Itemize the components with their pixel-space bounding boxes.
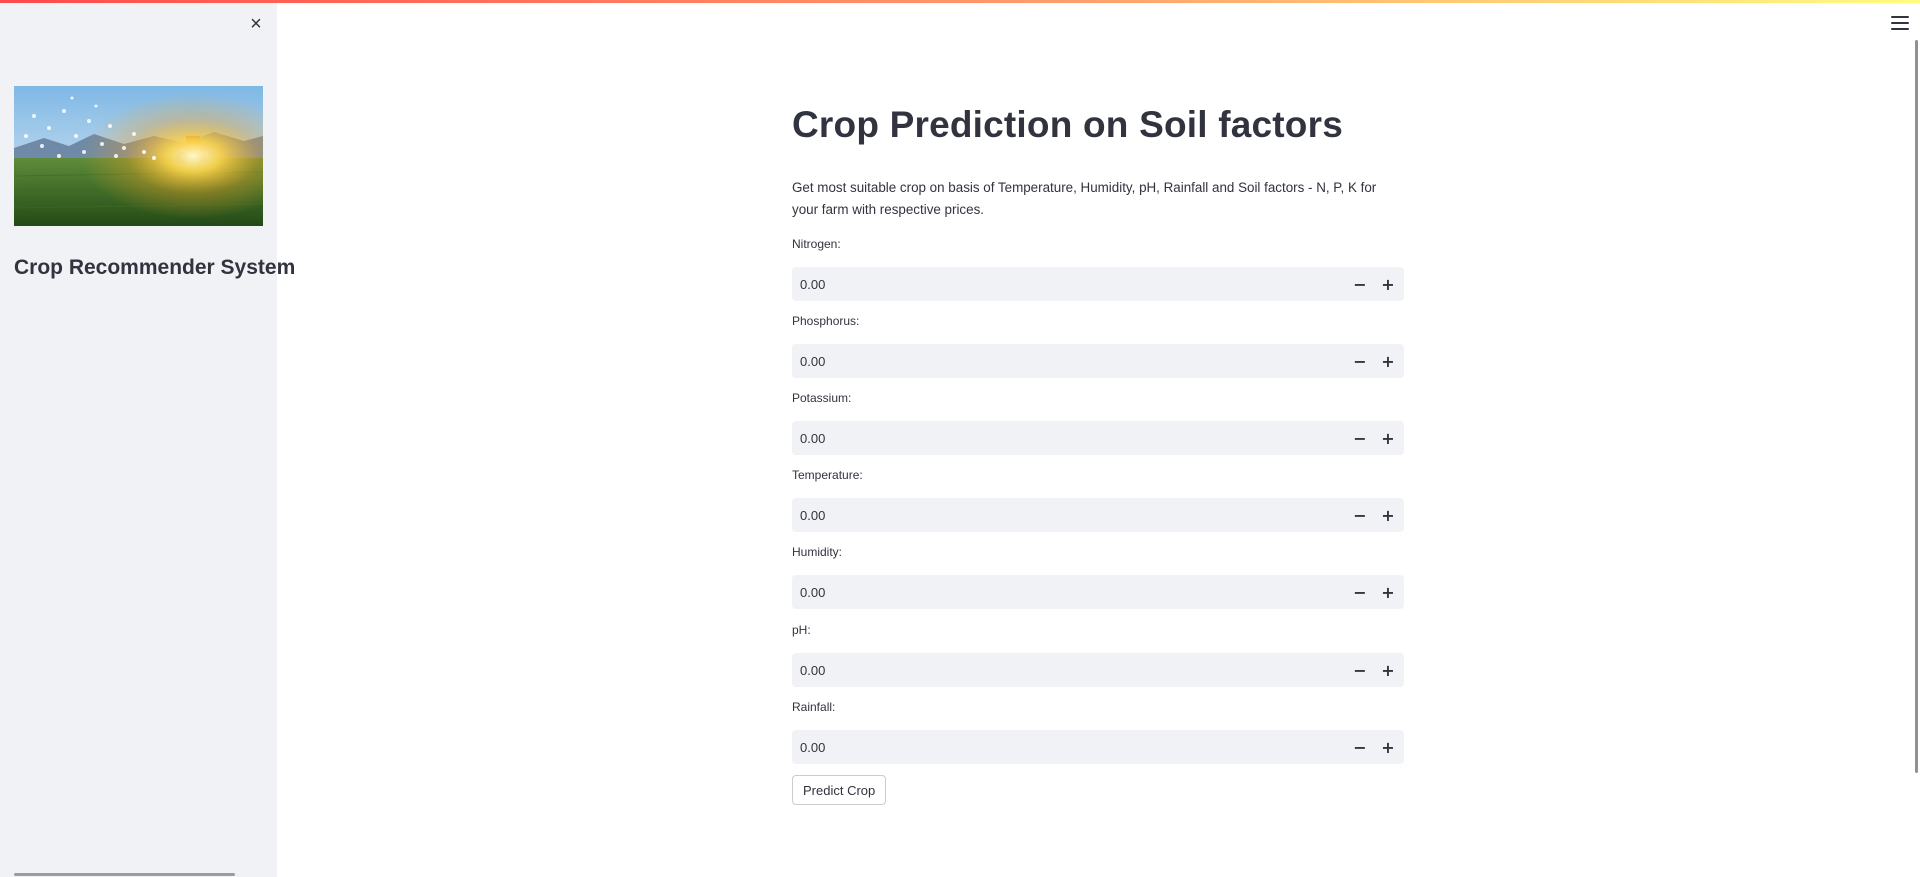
predict-crop-button[interactable]: Predict Crop: [792, 775, 887, 805]
phosphorus-field: Phosphorus: − +: [792, 311, 1404, 379]
top-decoration-bar: [0, 0, 1920, 3]
humidity-field: Humidity: − +: [792, 542, 1404, 610]
field-label: Humidity:: [792, 545, 843, 559]
field-label: Phosphorus:: [792, 314, 860, 328]
decrement-button[interactable]: −: [1346, 575, 1374, 609]
number-input-box: − +: [792, 497, 1404, 533]
nitrogen-field: Nitrogen: − +: [792, 234, 1404, 302]
sidebar: × Crop Recommender System: [0, 0, 296, 877]
farm-field-image: [14, 86, 263, 226]
nitrogen-input[interactable]: [792, 266, 1322, 302]
number-input-box: − +: [792, 729, 1404, 765]
page-description: Get most suitable crop on basis of Tempe…: [792, 180, 1377, 217]
increment-button[interactable]: +: [1374, 730, 1402, 764]
field-label: pH:: [792, 623, 811, 637]
temperature-input[interactable]: [792, 497, 1322, 533]
number-input-box: − +: [792, 574, 1404, 610]
temperature-field: Temperature: − +: [792, 465, 1404, 533]
close-icon[interactable]: ×: [244, 12, 268, 36]
number-input-box: − +: [792, 652, 1404, 688]
increment-button[interactable]: +: [1374, 653, 1402, 687]
increment-button[interactable]: +: [1374, 267, 1402, 301]
increment-button[interactable]: +: [1374, 421, 1402, 455]
decrement-button[interactable]: −: [1346, 344, 1374, 378]
field-label: Temperature:: [792, 468, 863, 482]
decrement-button[interactable]: −: [1346, 653, 1374, 687]
rainfall-input[interactable]: [792, 729, 1322, 765]
number-input-box: − +: [792, 420, 1404, 456]
decrement-button[interactable]: −: [1346, 421, 1374, 455]
potassium-field: Potassium: − +: [792, 388, 1404, 456]
sidebar-title: Crop Recommender System: [14, 256, 296, 279]
field-label: Nitrogen:: [792, 237, 841, 251]
increment-button[interactable]: +: [1374, 498, 1402, 532]
potassium-input[interactable]: [792, 420, 1322, 456]
number-input-box: − +: [792, 343, 1404, 379]
page-scrollbar[interactable]: [1915, 40, 1918, 773]
field-label: Rainfall:: [792, 700, 836, 714]
sidebar-scrollbar[interactable]: [14, 873, 235, 876]
decrement-button[interactable]: −: [1346, 498, 1374, 532]
number-input-box: − +: [792, 266, 1404, 302]
decrement-button[interactable]: −: [1346, 730, 1374, 764]
phosphorus-input[interactable]: [792, 343, 1322, 379]
ph-field: pH: − +: [792, 620, 1404, 688]
humidity-input[interactable]: [792, 574, 1322, 610]
increment-button[interactable]: +: [1374, 575, 1402, 609]
page-title: Crop Prediction on Soil factors: [792, 104, 1343, 145]
decrement-button[interactable]: −: [1346, 267, 1374, 301]
hamburger-menu-icon[interactable]: [1890, 14, 1910, 32]
rainfall-field: Rainfall: − +: [792, 697, 1404, 765]
increment-button[interactable]: +: [1374, 344, 1402, 378]
ph-input[interactable]: [792, 652, 1322, 688]
field-label: Potassium:: [792, 391, 852, 405]
